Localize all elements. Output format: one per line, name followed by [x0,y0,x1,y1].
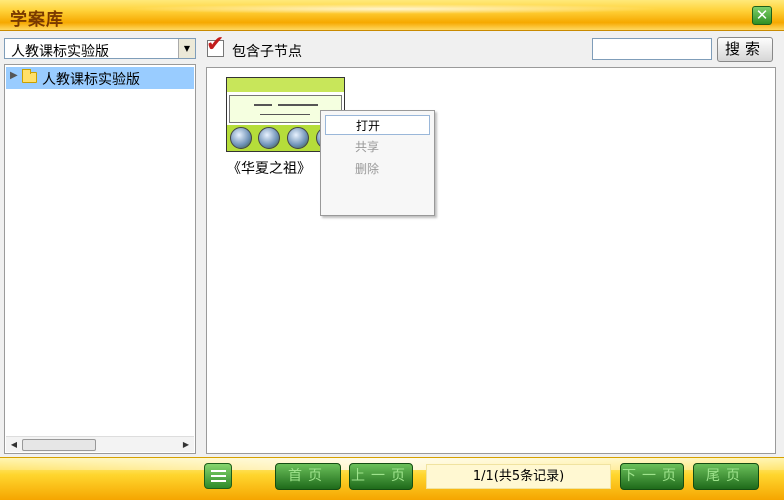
context-menu-open[interactable]: 打开 [325,115,430,135]
scroll-thumb[interactable] [22,439,96,451]
version-select[interactable]: 人教课标实验版 ▼ [4,38,196,60]
footer-bar: 首页 上一页 1/1(共5条记录) 下一页 尾页 [0,457,784,500]
expand-arrow-icon[interactable]: ▶ [10,70,18,81]
photo-icon [287,127,309,149]
photo-icon [258,127,280,149]
main-area: 人教课标实验版 ▼ ▶ 人教课标实验版 ◀ ▶ ✔ 包含子节点 搜索 《华夏之祖… [0,32,784,457]
next-page-button[interactable]: 下一页 [620,463,684,490]
list-icon [211,480,226,482]
thumbnail-banner [227,78,344,92]
horizontal-scrollbar[interactable]: ◀ ▶ [6,436,194,452]
thumbnail-text-line [254,104,272,106]
context-menu-share[interactable]: 共享 [325,137,430,157]
search-input[interactable] [592,38,712,60]
scroll-left-icon[interactable]: ◀ [7,438,21,452]
context-menu: 打开 共享 删除 [320,110,435,216]
context-menu-delete[interactable]: 删除 [325,159,430,179]
folder-icon [22,69,37,83]
content-area: 《华夏之祖》 [206,67,776,454]
search-button[interactable]: 搜索 [717,37,773,62]
thumbnail-text-line [278,104,318,106]
document-caption[interactable]: 《华夏之祖》 [227,158,311,178]
category-tree: ▶ 人教课标实验版 ◀ ▶ [4,64,196,454]
version-select-value: 人教课标实验版 [11,44,109,60]
prev-page-button[interactable]: 上一页 [349,463,413,490]
first-page-button[interactable]: 首页 [275,463,341,490]
close-button[interactable]: ✕ [752,6,772,25]
include-children-label: 包含子节点 [232,44,302,60]
tree-item-root[interactable]: ▶ 人教课标实验版 [6,67,194,89]
scroll-right-icon[interactable]: ▶ [179,438,193,452]
thumbnail-text-line [260,114,310,115]
page-info: 1/1(共5条记录) [426,464,611,489]
list-icon [211,470,226,472]
tree-item-label: 人教课标实验版 [42,72,140,88]
title-bar: 学案库 ✕ [0,0,784,31]
last-page-button[interactable]: 尾页 [693,463,759,490]
chevron-down-icon[interactable]: ▼ [178,39,195,58]
list-icon [211,475,226,477]
checkmark-icon: ✔ [206,32,225,57]
photo-icon [230,127,252,149]
window-title: 学案库 [10,10,64,30]
list-view-button[interactable] [204,463,232,489]
